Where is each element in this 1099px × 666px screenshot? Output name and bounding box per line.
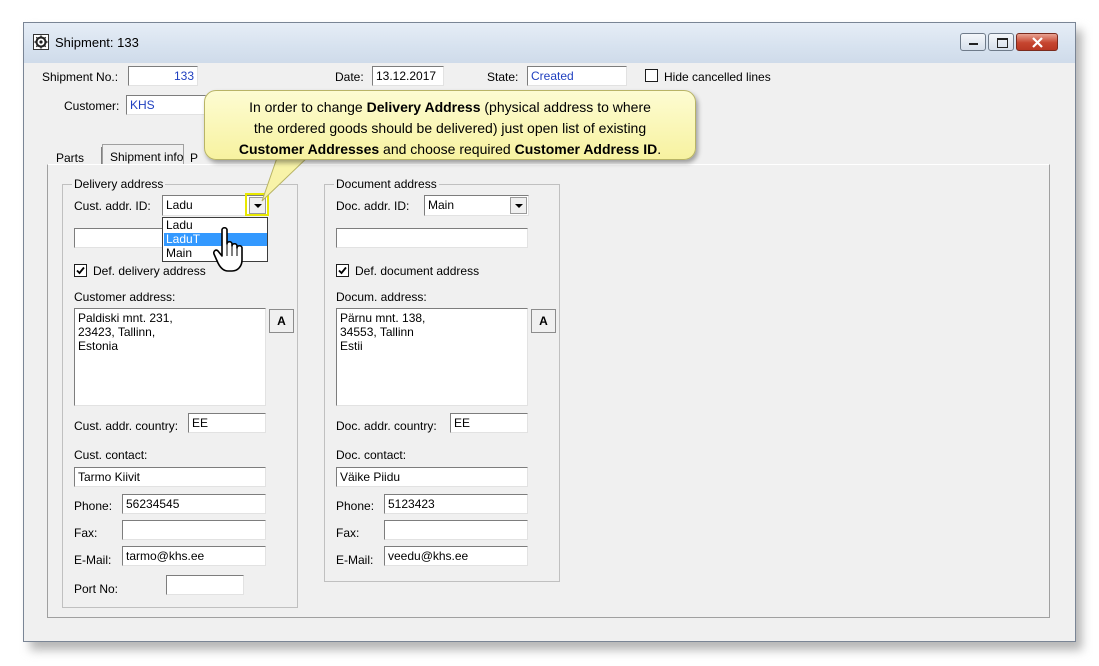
doc-phone-field[interactable]: 5123423 — [384, 494, 528, 514]
def-delivery-checkbox[interactable] — [74, 264, 87, 277]
cust-addr-country-field[interactable]: EE — [188, 413, 266, 433]
close-button[interactable] — [1016, 33, 1058, 51]
minimize-icon — [969, 43, 978, 45]
doc-fax-label: Fax: — [336, 526, 360, 540]
address-line: Estii — [340, 339, 363, 353]
doc-email-field[interactable]: veedu@khs.ee — [384, 546, 528, 566]
document-address-memo[interactable]: Pärnu mnt. 138, 34553, Tallinn Estii — [336, 308, 528, 406]
state-label: State: — [487, 70, 519, 84]
hide-cancelled-label: Hide cancelled lines — [664, 70, 771, 84]
cust-addr-id-value: Ladu — [166, 198, 193, 212]
tab-shipment-info-label: Shipment info — [110, 150, 184, 164]
phone-label: Phone: — [74, 499, 113, 513]
callout-line-2: the ordered goods should be delivered) j… — [253, 120, 647, 136]
doc-fax-field[interactable] — [384, 520, 528, 540]
customer-label: Customer: — [64, 99, 120, 113]
doc-addr-id-label: Doc. addr. ID: — [336, 199, 410, 213]
callout-text: In order to change — [249, 99, 367, 115]
maximize-icon — [997, 38, 1008, 48]
customer-field[interactable]: KHS — [126, 95, 206, 115]
customer-address-memo[interactable]: Paldiski mnt. 231, 23423, Tallinn, Eston… — [74, 308, 266, 406]
doc-addr-country-label: Doc. addr. country: — [336, 419, 437, 433]
docum-address-label: Docum. address: — [336, 290, 427, 304]
callout-line-3: Customer Addresses and choose required C… — [205, 139, 695, 160]
tab-shipment-info[interactable]: Shipment info — [102, 144, 184, 165]
hand-cursor-icon — [213, 226, 243, 272]
date-field[interactable]: 13.12.2017 — [372, 66, 444, 86]
doc-email-label: E-Mail: — [336, 553, 374, 567]
shipment-no-label: Shipment No.: — [42, 70, 119, 84]
port-no-label: Port No: — [74, 582, 119, 596]
document-address-a-button[interactable]: A — [531, 309, 556, 333]
def-document-label: Def. document address — [355, 264, 480, 278]
email-label: E-Mail: — [74, 553, 112, 567]
phone-field[interactable]: 56234545 — [122, 494, 266, 514]
tab-parts[interactable]: Parts — [56, 151, 84, 165]
address-line: Estonia — [78, 339, 119, 353]
app-gear-icon — [33, 34, 49, 50]
callout-text: and choose required — [379, 141, 515, 157]
callout-pointer — [261, 155, 311, 202]
address-line: 23423, Tallinn, — [78, 325, 156, 339]
delivery-address-title: Delivery address — [72, 177, 166, 191]
cust-contact-field[interactable]: Tarmo Kiivit — [74, 467, 266, 487]
cust-addr-country-label: Cust. addr. country: — [74, 419, 179, 433]
callout-text: (physical address to where — [480, 99, 651, 115]
delivery-address-a-button[interactable]: A — [269, 309, 294, 333]
doc-contact-field[interactable]: Väike Piidu — [336, 467, 528, 487]
doc-phone-label: Phone: — [336, 499, 375, 513]
callout-bold-customer-address-id: Customer Address ID — [514, 141, 658, 157]
doc-contact-label: Doc. contact: — [336, 448, 407, 462]
shipment-no-field[interactable]: 133 — [128, 66, 198, 86]
state-field[interactable]: Created — [527, 66, 627, 86]
maximize-button[interactable] — [988, 33, 1014, 51]
date-label: Date: — [335, 70, 364, 84]
doc-addr-id-dropdown-button[interactable] — [510, 197, 527, 214]
callout-bold-delivery-address: Delivery Address — [366, 99, 481, 115]
cust-addr-id-label: Cust. addr. ID: — [74, 199, 151, 213]
tab-partial[interactable]: P — [190, 151, 198, 165]
checkmark-icon — [76, 266, 85, 275]
fax-field[interactable] — [122, 520, 266, 540]
title-bar[interactable]: Shipment: 133 — [24, 23, 1075, 63]
email-field[interactable]: tarmo@khs.ee — [122, 546, 266, 566]
def-delivery-label: Def. delivery address — [93, 264, 206, 278]
callout-line-1: In order to change Delivery Address (phy… — [205, 97, 695, 118]
chevron-down-icon — [515, 204, 523, 208]
address-line: 34553, Tallinn — [340, 325, 414, 339]
doc-addr-id-combo[interactable]: Main — [424, 195, 529, 216]
doc-addr-country-field[interactable]: EE — [450, 413, 528, 433]
doc-addr-id-value: Main — [428, 198, 455, 212]
address-line: Pärnu mnt. 138, — [340, 311, 426, 325]
hide-cancelled-checkbox[interactable] — [645, 69, 658, 82]
close-icon — [1032, 37, 1043, 48]
callout-text: . — [657, 141, 662, 157]
document-address-title: Document address — [334, 177, 439, 191]
port-no-field[interactable] — [166, 575, 244, 595]
document-address-name-field[interactable] — [336, 228, 528, 248]
window-title: Shipment: 133 — [55, 35, 139, 50]
help-callout: In order to change Delivery Address (phy… — [204, 90, 696, 160]
cust-contact-label: Cust. contact: — [74, 448, 148, 462]
address-line: Paldiski mnt. 231, — [78, 311, 173, 325]
checkmark-icon — [338, 266, 347, 275]
customer-address-label: Customer address: — [74, 290, 176, 304]
fax-label: Fax: — [74, 526, 98, 540]
def-document-checkbox[interactable] — [336, 264, 349, 277]
callout-bold-customer-addresses: Customer Addresses — [238, 141, 380, 157]
minimize-button[interactable] — [960, 33, 986, 51]
